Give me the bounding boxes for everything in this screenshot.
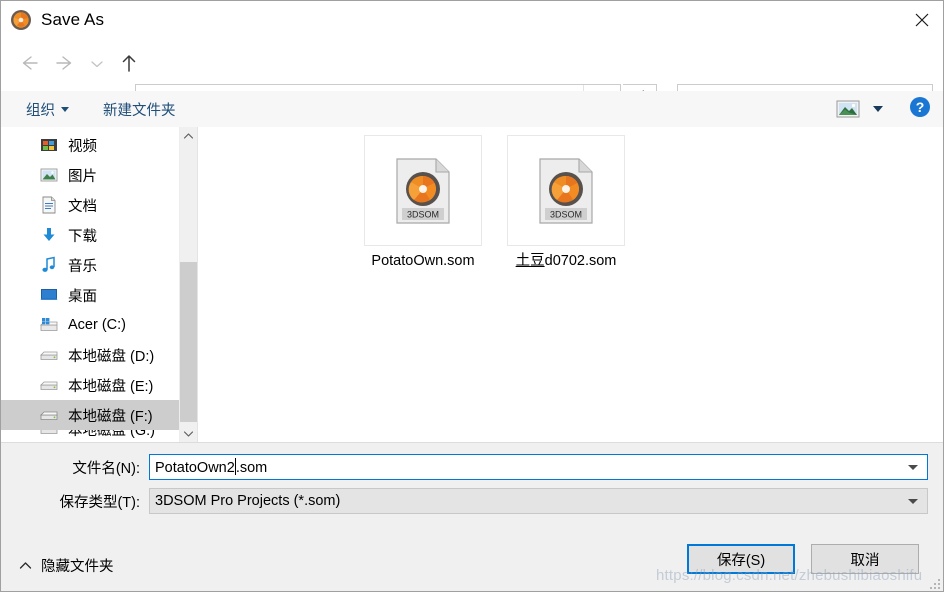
filename-row: 文件名(N): PotatoOwn2.som bbox=[1, 454, 943, 480]
chevron-up-icon bbox=[19, 557, 32, 575]
arrow-up-icon bbox=[120, 53, 138, 78]
sidebar-item-label: 本地磁盘 (G:) bbox=[68, 430, 155, 439]
scrollbar-thumb[interactable] bbox=[180, 262, 197, 422]
forward-button[interactable] bbox=[50, 49, 82, 81]
sidebar-item-label: 下载 bbox=[68, 228, 97, 245]
chevron-down-icon bbox=[61, 106, 69, 112]
sidebar-item-label: 视频 bbox=[68, 138, 97, 155]
navigation-tree: 视频 图片 文档 下载 音乐 桌面 Acer (C:) 本地磁盘 (D:) 本地… bbox=[1, 130, 181, 442]
scroll-down-button[interactable] bbox=[180, 425, 197, 442]
new-folder-label: 新建文件夹 bbox=[103, 102, 176, 119]
sidebar-item-videos[interactable]: 视频 bbox=[1, 130, 181, 160]
pictures-icon bbox=[39, 165, 59, 185]
savetype-combobox[interactable]: 3DSOM Pro Projects (*.som) bbox=[149, 488, 928, 514]
sidebar-item-drive-f[interactable]: 本地磁盘 (F:) bbox=[1, 400, 181, 430]
svg-text:3DSOM: 3DSOM bbox=[550, 209, 582, 219]
savetype-value: 3DSOM Pro Projects (*.som) bbox=[155, 493, 341, 509]
desktop-icon bbox=[39, 285, 59, 305]
filename-input[interactable]: PotatoOwn2.som bbox=[149, 454, 928, 480]
drive-icon bbox=[39, 375, 59, 395]
back-button[interactable] bbox=[12, 49, 44, 81]
sidebar-item-label: 音乐 bbox=[68, 258, 97, 275]
file-item[interactable]: 3DSOM PotatoOwn.som bbox=[363, 135, 483, 271]
command-toolbar: 组织 新建文件夹 ? bbox=[1, 91, 943, 128]
save-button[interactable]: 保存(S) bbox=[687, 544, 795, 574]
sidebar-item-label: 图片 bbox=[68, 168, 97, 185]
savetype-row: 保存类型(T): 3DSOM Pro Projects (*.som) bbox=[1, 488, 943, 514]
3dsom-file-icon: 3DSOM bbox=[507, 135, 625, 246]
file-name-label: PotatoOwn.som bbox=[371, 253, 475, 269]
file-item[interactable]: 3DSOM 土豆d0702.som bbox=[506, 135, 626, 271]
resize-grip[interactable] bbox=[930, 579, 942, 591]
sidebar-item-label: 文档 bbox=[68, 198, 97, 215]
sidebar-item-documents[interactable]: 文档 bbox=[1, 190, 181, 220]
new-folder-button[interactable]: 新建文件夹 bbox=[97, 95, 182, 124]
navigation-sidebar: 视频 图片 文档 下载 音乐 桌面 Acer (C:) 本地磁盘 (D:) 本地… bbox=[1, 127, 198, 442]
arrow-right-icon bbox=[55, 54, 77, 77]
close-button[interactable] bbox=[899, 1, 943, 38]
dialog-footer: 文件名(N): PotatoOwn2.som 保存类型(T): 3DSOM Pr… bbox=[1, 442, 943, 591]
picture-view-icon[interactable] bbox=[835, 98, 861, 120]
sidebar-item-pictures[interactable]: 图片 bbox=[1, 160, 181, 190]
sidebar-item-drive-e[interactable]: 本地磁盘 (E:) bbox=[1, 370, 181, 400]
sidebar-item-music[interactable]: 音乐 bbox=[1, 250, 181, 280]
organize-button[interactable]: 组织 bbox=[20, 95, 75, 124]
downloads-icon bbox=[39, 225, 59, 245]
navigation-bar: « 空间三维建模 › 20200428_1 › 土豆20110702 bbox=[1, 39, 943, 118]
sidebar-item-label: 本地磁盘 (E:) bbox=[68, 378, 154, 395]
drive-icon bbox=[39, 345, 59, 365]
drive-icon bbox=[39, 405, 59, 425]
file-name-label: 土豆d0702.som bbox=[515, 253, 617, 269]
sidebar-item-desktop[interactable]: 桌面 bbox=[1, 280, 181, 310]
sidebar-item-label: 本地磁盘 (F:) bbox=[68, 408, 153, 425]
window-title: Save As bbox=[41, 10, 105, 29]
sidebar-scrollbar[interactable] bbox=[179, 127, 197, 442]
cancel-button[interactable]: 取消 bbox=[811, 544, 919, 574]
chevron-down-icon bbox=[90, 56, 104, 74]
file-list-pane[interactable]: 3DSOM PotatoOwn.som 3DSOM 土豆d0702.som bbox=[198, 127, 943, 442]
drive-icon bbox=[39, 430, 59, 439]
sidebar-item-acer-c[interactable]: Acer (C:) bbox=[1, 310, 181, 340]
sidebar-item-downloads[interactable]: 下载 bbox=[1, 220, 181, 250]
sidebar-item-drive-g[interactable]: 本地磁盘 (G:) bbox=[1, 430, 181, 442]
filename-label: 文件名(N): bbox=[72, 460, 140, 477]
svg-text:3DSOM: 3DSOM bbox=[407, 209, 439, 219]
title-bar: Save As bbox=[1, 1, 943, 39]
3dsom-logo-icon bbox=[10, 9, 32, 31]
system-drive-icon bbox=[39, 315, 59, 335]
filename-value: PotatoOwn2.som bbox=[155, 458, 268, 476]
documents-icon bbox=[39, 195, 59, 215]
help-question-icon[interactable]: ? bbox=[909, 96, 931, 123]
dialog-body: 视频 图片 文档 下载 音乐 桌面 Acer (C:) 本地磁盘 (D:) 本地… bbox=[1, 127, 943, 442]
sidebar-item-label: Acer (C:) bbox=[68, 317, 126, 333]
arrow-left-icon bbox=[17, 54, 39, 77]
music-icon bbox=[39, 255, 59, 275]
hide-folders-toggle[interactable]: 隐藏文件夹 bbox=[19, 555, 114, 576]
chevron-down-icon[interactable] bbox=[873, 106, 883, 112]
organize-label: 组织 bbox=[26, 102, 55, 119]
videos-icon bbox=[39, 135, 59, 155]
sidebar-item-drive-d[interactable]: 本地磁盘 (D:) bbox=[1, 340, 181, 370]
chevron-down-icon[interactable] bbox=[908, 465, 918, 470]
save-as-dialog: Save As 组织 新建文件夹 ? 视频 图片 文档 下载 音乐 桌面 Ace… bbox=[0, 0, 944, 592]
hide-folders-label: 隐藏文件夹 bbox=[41, 559, 114, 575]
sidebar-item-label: 桌面 bbox=[68, 288, 97, 305]
scroll-up-button[interactable] bbox=[180, 127, 197, 144]
toolbar-right-group: ? bbox=[835, 91, 931, 127]
sidebar-item-label: 本地磁盘 (D:) bbox=[68, 348, 155, 365]
up-one-level-button[interactable] bbox=[113, 49, 145, 81]
recent-locations-button[interactable] bbox=[86, 49, 108, 81]
svg-text:?: ? bbox=[916, 99, 925, 115]
chevron-down-icon[interactable] bbox=[908, 499, 918, 504]
savetype-label: 保存类型(T): bbox=[59, 494, 140, 511]
3dsom-file-icon: 3DSOM bbox=[364, 135, 482, 246]
